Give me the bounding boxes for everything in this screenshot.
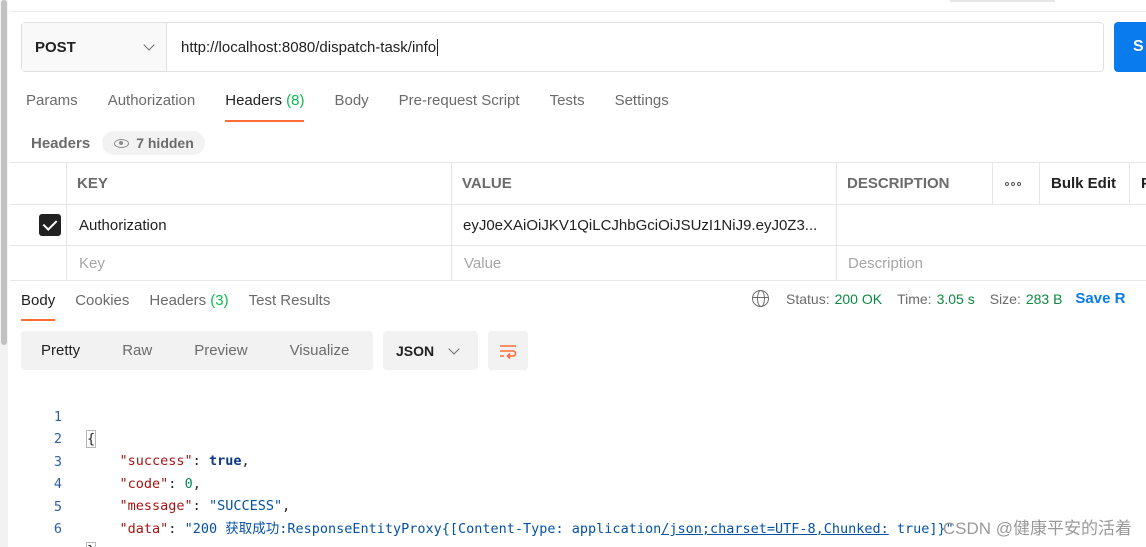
time-value[interactable]: 3.05 s	[937, 291, 975, 307]
view-mode-preview[interactable]: Preview	[194, 342, 247, 359]
text-caret	[437, 38, 439, 56]
format-select[interactable]: JSON	[383, 331, 478, 370]
header-value-cell[interactable]: eyJ0eXAiOiJKV1QiLCJhbGciOiJSUzI1NiJ9.eyJ…	[463, 205, 817, 245]
eye-icon	[114, 138, 130, 148]
new-description-input[interactable]: Description	[848, 246, 923, 280]
response-tab-body[interactable]: Body	[21, 288, 56, 321]
status-value[interactable]: 200 OK	[835, 291, 882, 307]
format-label: JSON	[396, 342, 435, 359]
headers-section-label: Headers	[31, 134, 91, 152]
new-key-input[interactable]: Key	[79, 246, 105, 280]
method-label: POST	[35, 38, 76, 56]
chevron-down-icon	[143, 39, 155, 51]
time-label: Time:	[897, 290, 932, 307]
size-label: Size:	[989, 290, 1021, 307]
response-tab-headers[interactable]: Headers (3)	[149, 288, 228, 321]
code-line: 4 "message": "SUCCESS",	[53, 476, 291, 514]
headers-subheader: Headers 7 hidden	[31, 131, 205, 155]
request-url-bar: POST http://localhost:8080/dispatch-task…	[21, 22, 1104, 72]
column-header-key: KEY	[77, 175, 108, 192]
response-tab-test-results[interactable]: Test Results	[249, 288, 331, 321]
chevron-down-icon	[448, 342, 460, 355]
response-tab-cookies[interactable]: Cookies	[75, 288, 129, 321]
url-input[interactable]: http://localhost:8080/dispatch-task/info	[167, 23, 1103, 71]
table-row-empty: Key Value Description	[10, 245, 1146, 281]
close-brace: }	[85, 542, 97, 547]
code-line: 2 "success": true,	[53, 431, 250, 469]
url-text: http://localhost:8080/dispatch-task/info	[181, 38, 437, 56]
tab-params[interactable]: Params	[26, 88, 78, 122]
response-tabs: Body Cookies Headers (3) Test Results	[21, 288, 350, 321]
presets-button[interactable]: P	[1141, 163, 1146, 204]
status-label: Status:	[786, 290, 830, 307]
method-select[interactable]: POST	[22, 23, 167, 71]
tab-settings[interactable]: Settings	[615, 88, 669, 122]
code-line: 6 }	[0, 496, 97, 547]
tab-tests[interactable]: Tests	[550, 88, 585, 122]
tab-body[interactable]: Body	[334, 88, 368, 122]
tab-pre-request-script[interactable]: Pre-request Script	[399, 88, 520, 122]
response-status-bar: Status: 200 OK Time: 3.05 s Size: 283 B …	[752, 290, 1125, 307]
save-response-button[interactable]: Save R	[1075, 290, 1125, 307]
hidden-headers-toggle[interactable]: 7 hidden	[102, 131, 205, 155]
header-key-cell[interactable]: Authorization	[79, 205, 167, 245]
watermark: CSDN @健康平安的活着	[942, 519, 1132, 538]
globe-icon[interactable]	[752, 290, 769, 307]
hidden-headers-label: 7 hidden	[136, 135, 194, 151]
bulk-edit-button[interactable]: Bulk Edit	[1051, 163, 1116, 204]
open-brace: {	[85, 430, 97, 448]
size-value[interactable]: 283 B	[1026, 291, 1063, 307]
page-scrollbar-thumb[interactable]	[1, 0, 7, 345]
wrap-lines-button[interactable]	[488, 331, 528, 370]
request-tabs: Params Authorization Headers (8) Body Pr…	[26, 88, 699, 122]
row-enabled-checkbox[interactable]	[39, 214, 61, 236]
headers-count: (8)	[286, 92, 305, 109]
table-header-row: KEY VALUE DESCRIPTION Bulk Edit P	[10, 162, 1146, 204]
view-mode-visualize[interactable]: Visualize	[290, 342, 350, 359]
view-mode-pretty[interactable]: Pretty	[41, 342, 80, 359]
new-value-input[interactable]: Value	[464, 246, 501, 280]
wrap-lines-icon	[500, 344, 517, 359]
table-row: Authorization eyJ0eXAiOiJKV1QiLCJhbGciOi…	[10, 204, 1146, 245]
code-line: 5 "data": "200 获取成功:ResponseEntityProxy{…	[53, 499, 954, 537]
tab-authorization[interactable]: Authorization	[108, 88, 196, 122]
column-header-value: VALUE	[462, 175, 512, 192]
tab-headers[interactable]: Headers (8)	[225, 88, 305, 122]
send-button[interactable]: S	[1114, 22, 1146, 72]
column-header-description: DESCRIPTION	[847, 175, 950, 192]
view-mode-group: Pretty Raw Preview Visualize	[21, 331, 373, 370]
code-line: 3 "code": 0,	[53, 454, 201, 492]
code-line: 1 {	[53, 409, 97, 448]
response-headers-count: (3)	[210, 292, 229, 309]
more-options-icon[interactable]	[1005, 163, 1021, 204]
top-tab-edge	[950, 0, 1055, 2]
view-mode-raw[interactable]: Raw	[122, 342, 152, 359]
